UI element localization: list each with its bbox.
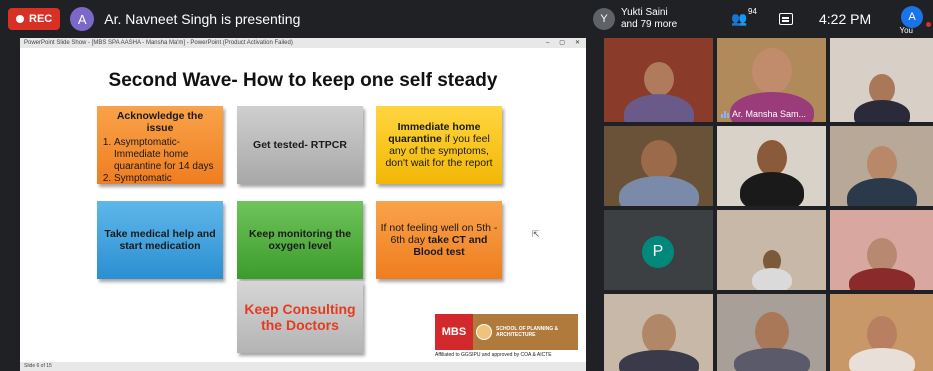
participant-tile[interactable] — [830, 126, 933, 206]
ppt-window-title: PowerPoint Slide Show - [MBS SPA AASHA -… — [24, 40, 293, 46]
participant-video-icon — [866, 238, 897, 272]
self-label: You — [899, 26, 914, 35]
participant-tile[interactable] — [830, 210, 933, 290]
participant-name-tag: Ar. Mansha Sam... — [721, 109, 806, 119]
viewers-summary: Yukti Saini and 79 more — [621, 7, 701, 31]
meeting-controls-bar: Y Yukti Saini and 79 more 👥 94 4:22 PM A… — [588, 0, 933, 38]
ct-blood-test-box: If not feeling well on 5th - 6th day tak… — [376, 201, 502, 279]
participant-video-icon — [641, 314, 676, 354]
keep-consulting-box: Keep Consulting the Doctors — [237, 281, 363, 353]
acknowledge-issue-box: Acknowledge the issue Asymptomatic- Imme… — [97, 106, 223, 184]
rec-label: REC — [29, 13, 53, 25]
speaking-icon — [721, 110, 729, 118]
box6-bold: take CT and Blood test — [413, 234, 488, 258]
people-button[interactable]: 👥 94 — [731, 7, 757, 27]
people-icon: 👥 — [731, 11, 748, 26]
participant-grid: Ar. Mansha Sam... P — [604, 38, 933, 371]
participant-video-icon — [754, 312, 789, 352]
participant-video-icon — [866, 316, 897, 352]
logo-spa-text: SCHOOL OF PLANNING & ARCHITECTURE — [496, 326, 559, 338]
ppt-status-bar: Slide 6 of 15 — [20, 362, 586, 371]
notification-dot-icon — [926, 22, 931, 27]
slide: Second Wave- How to keep one self steady… — [20, 48, 586, 362]
participant-tile[interactable] — [830, 38, 933, 122]
viewer-more: and 79 more — [621, 19, 678, 30]
box1-header: Acknowledge the issue — [116, 110, 204, 134]
spa-logo: SCHOOL OF PLANNING & ARCHITECTURE — [473, 314, 578, 350]
window-controls: – ▢ ✕ — [546, 38, 586, 48]
list-item: Asymptomatic- Immediate home quarantine … — [114, 137, 218, 173]
participant-tile[interactable] — [604, 294, 713, 371]
mbs-logo: MBS — [435, 314, 473, 350]
get-tested-box: Get tested- RTPCR — [237, 106, 363, 184]
clock: 4:22 PM — [819, 11, 872, 27]
presenter-avatar: A — [70, 7, 95, 31]
participant-tile[interactable]: P — [604, 210, 713, 290]
self-avatar[interactable]: A — [901, 6, 923, 28]
maximize-icon[interactable]: ▢ — [559, 38, 565, 48]
close-icon[interactable]: ✕ — [575, 38, 580, 48]
participant-video-icon — [643, 62, 674, 96]
participant-tile[interactable] — [604, 126, 713, 206]
chat-icon[interactable] — [779, 13, 793, 25]
medical-help-box: Take medical help and start medication — [97, 201, 223, 279]
school-logo: MBS SCHOOL OF PLANNING & ARCHITECTURE — [435, 314, 578, 350]
minimize-icon[interactable]: – — [546, 38, 549, 48]
home-quarantine-box: Immediate home quarantine if you feel an… — [376, 106, 502, 184]
presentation-window: PowerPoint Slide Show - [MBS SPA AASHA -… — [20, 38, 586, 371]
list-item: Symptomatic — [114, 173, 218, 185]
participant-avatar: P — [642, 236, 674, 268]
viewer-avatar: Y — [593, 8, 615, 30]
people-count: 94 — [748, 7, 757, 16]
participant-tile[interactable] — [717, 126, 826, 206]
box1-list: Asymptomatic- Immediate home quarantine … — [102, 137, 218, 185]
mouse-cursor-icon: ⇱ — [532, 229, 540, 239]
ppt-titlebar: PowerPoint Slide Show - [MBS SPA AASHA -… — [20, 38, 586, 48]
record-dot-icon — [16, 15, 24, 23]
participant-video-icon — [640, 140, 677, 180]
participant-tile[interactable] — [830, 294, 933, 371]
participant-video-icon — [756, 140, 787, 176]
participant-tile[interactable] — [717, 210, 826, 290]
participant-tile[interactable] — [604, 38, 713, 122]
monitor-oxygen-box: Keep monitoring the oxygen level — [237, 201, 363, 279]
participant-video-icon — [866, 146, 897, 182]
participant-tile[interactable] — [717, 294, 826, 371]
logo-mbs-text: MBS — [441, 326, 467, 338]
slide-title: Second Wave- How to keep one self steady — [108, 70, 498, 91]
spa-emblem-icon — [476, 324, 492, 340]
affiliation-text: Affiliated to GGSIPU and approved by COA… — [435, 352, 552, 358]
participant-video-icon — [751, 48, 792, 94]
participant-name: Ar. Mansha Sam... — [732, 109, 807, 119]
recording-indicator[interactable]: REC — [8, 8, 61, 30]
presenting-status: Ar. Navneet Singh is presenting — [104, 11, 301, 27]
viewer-name: Yukti Saini — [621, 7, 668, 18]
participant-tile-active[interactable]: Ar. Mansha Sam... — [717, 38, 826, 122]
meeting-top-bar: REC A Ar. Navneet Singh is presenting — [0, 0, 600, 38]
